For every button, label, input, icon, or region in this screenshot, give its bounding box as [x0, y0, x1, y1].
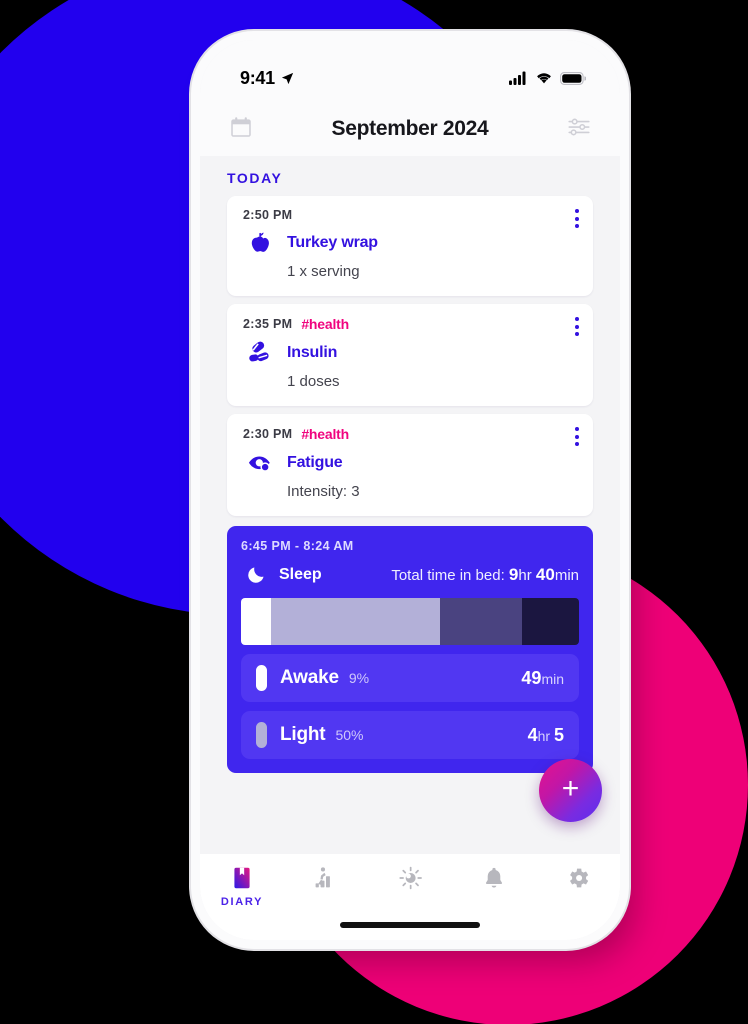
- sleep-total-time: Total time in bed: 9hr 40min: [391, 565, 579, 585]
- apple-food-icon: [243, 229, 277, 257]
- calendar-icon[interactable]: [228, 114, 254, 145]
- status-bar-time-group: 9:41: [240, 68, 295, 89]
- filter-sliders-icon[interactable]: [566, 114, 592, 145]
- entry-tag[interactable]: #health: [301, 316, 349, 332]
- entry-title: Insulin: [287, 344, 338, 361]
- stage-duration: 4hr 5: [528, 725, 564, 746]
- bottom-navigation: DIARY: [200, 854, 620, 940]
- sleep-total-minutes: 40: [535, 564, 555, 584]
- entry-title-row: Fatigue: [243, 449, 577, 477]
- status-bar: 9:41: [200, 40, 620, 102]
- tab-reminders[interactable]: [452, 865, 536, 891]
- page-title: September 2024: [331, 117, 489, 140]
- diary-feed[interactable]: TODAY 2:50 PM Turkey wrap 1 x serving 2:…: [200, 156, 620, 854]
- tab-settings[interactable]: [536, 865, 620, 891]
- sleep-bar-segment: [241, 598, 272, 645]
- entry-meta-row: 2:35 PM #health: [243, 316, 577, 332]
- eye-symptom-icon: [243, 449, 277, 477]
- stage-duration-unit: hr: [537, 727, 551, 744]
- sleep-bar-segment: [440, 598, 522, 645]
- tab-diary-label: DIARY: [220, 896, 264, 908]
- stage-duration-extra: 5: [553, 724, 564, 745]
- battery-full-icon: [560, 71, 586, 85]
- tab-activity[interactable]: [284, 865, 368, 891]
- stage-percent: 50%: [335, 727, 364, 743]
- entry-title: Turkey wrap: [287, 234, 378, 251]
- activity-chart-icon: [315, 867, 330, 888]
- entry-time: 2:30 PM: [243, 427, 293, 441]
- kebab-menu-icon[interactable]: [575, 209, 579, 228]
- stage-duration-unit: min: [541, 670, 564, 687]
- location-arrow-icon: [281, 72, 293, 84]
- status-bar-indicators: [509, 71, 586, 85]
- sleep-stage-row[interactable]: Light 50% 4hr 5: [241, 711, 579, 759]
- stage-color-chip: [256, 722, 267, 748]
- entry-tag[interactable]: #health: [301, 426, 349, 442]
- stage-duration: 49min: [521, 668, 564, 689]
- moon-icon: [241, 564, 271, 585]
- pills-medication-icon: [243, 339, 277, 367]
- diary-book-icon: [234, 867, 250, 889]
- tab-mood[interactable]: [368, 865, 452, 891]
- wifi-icon: [537, 73, 551, 84]
- phone-mockup: 9:41 September 2024 TODAY 2:50 PM Turkey…: [200, 40, 620, 940]
- app-header: September 2024: [200, 102, 620, 156]
- sleep-total-prefix: Total time in bed:: [391, 566, 505, 584]
- mood-sun-icon: [399, 866, 422, 890]
- stage-duration-number: 4: [527, 724, 538, 745]
- stage-duration-number: 49: [521, 667, 542, 688]
- sleep-header-row: Sleep Total time in bed: 9hr 40min: [241, 564, 579, 585]
- entry-meta-row: 2:50 PM: [243, 208, 577, 222]
- cellular-bars-icon: [509, 71, 526, 85]
- sleep-time-range: 6:45 PM - 8:24 AM: [241, 539, 354, 553]
- phone-screen: 9:41 September 2024 TODAY 2:50 PM Turkey…: [200, 40, 620, 940]
- sleep-summary-card[interactable]: 6:45 PM - 8:24 AM Sleep Total time in be…: [227, 526, 593, 773]
- entry-title: Fatigue: [287, 454, 343, 471]
- bell-icon: [485, 867, 503, 888]
- sleep-total-minutes-unit: min: [554, 566, 579, 584]
- gear-icon: [569, 868, 589, 888]
- entry-detail: 1 doses: [287, 373, 340, 390]
- entry-time: 2:50 PM: [243, 208, 293, 222]
- stage-name: Awake: [280, 667, 339, 688]
- status-time-text: 9:41: [240, 67, 275, 88]
- entry-title-row: Turkey wrap: [243, 229, 577, 257]
- add-entry-fab[interactable]: +: [539, 759, 602, 822]
- stage-percent: 9%: [348, 670, 370, 686]
- entry-detail: Intensity: 3: [287, 483, 360, 500]
- sleep-stage-row[interactable]: Awake 9% 49min: [241, 654, 579, 702]
- diary-entry-card[interactable]: 2:35 PM #health Insulin 1 doses: [227, 304, 593, 406]
- kebab-menu-icon[interactable]: [575, 427, 579, 446]
- entry-detail: 1 x serving: [287, 263, 360, 280]
- diary-entry-card[interactable]: 2:30 PM #health Fatigue Intensity: 3: [227, 414, 593, 516]
- kebab-menu-icon[interactable]: [575, 317, 579, 336]
- entry-title-row: Insulin: [243, 339, 577, 367]
- entry-meta-row: 2:30 PM #health: [243, 426, 577, 442]
- sleep-stage-bar: [241, 598, 579, 645]
- plus-icon: +: [561, 772, 580, 805]
- sleep-bar-segment: [271, 598, 441, 645]
- stage-name: Light: [280, 724, 326, 745]
- home-indicator: [340, 922, 480, 928]
- sleep-label: Sleep: [279, 565, 322, 583]
- tab-diary[interactable]: DIARY: [200, 865, 284, 908]
- diary-entry-card[interactable]: 2:50 PM Turkey wrap 1 x serving: [227, 196, 593, 296]
- stage-color-chip: [256, 665, 267, 691]
- sleep-total-hours: 9: [508, 564, 519, 584]
- entry-time: 2:35 PM: [243, 317, 293, 331]
- sleep-bar-segment: [521, 598, 579, 645]
- sleep-total-hours-unit: hr: [518, 566, 532, 584]
- section-label-today: TODAY: [227, 170, 283, 186]
